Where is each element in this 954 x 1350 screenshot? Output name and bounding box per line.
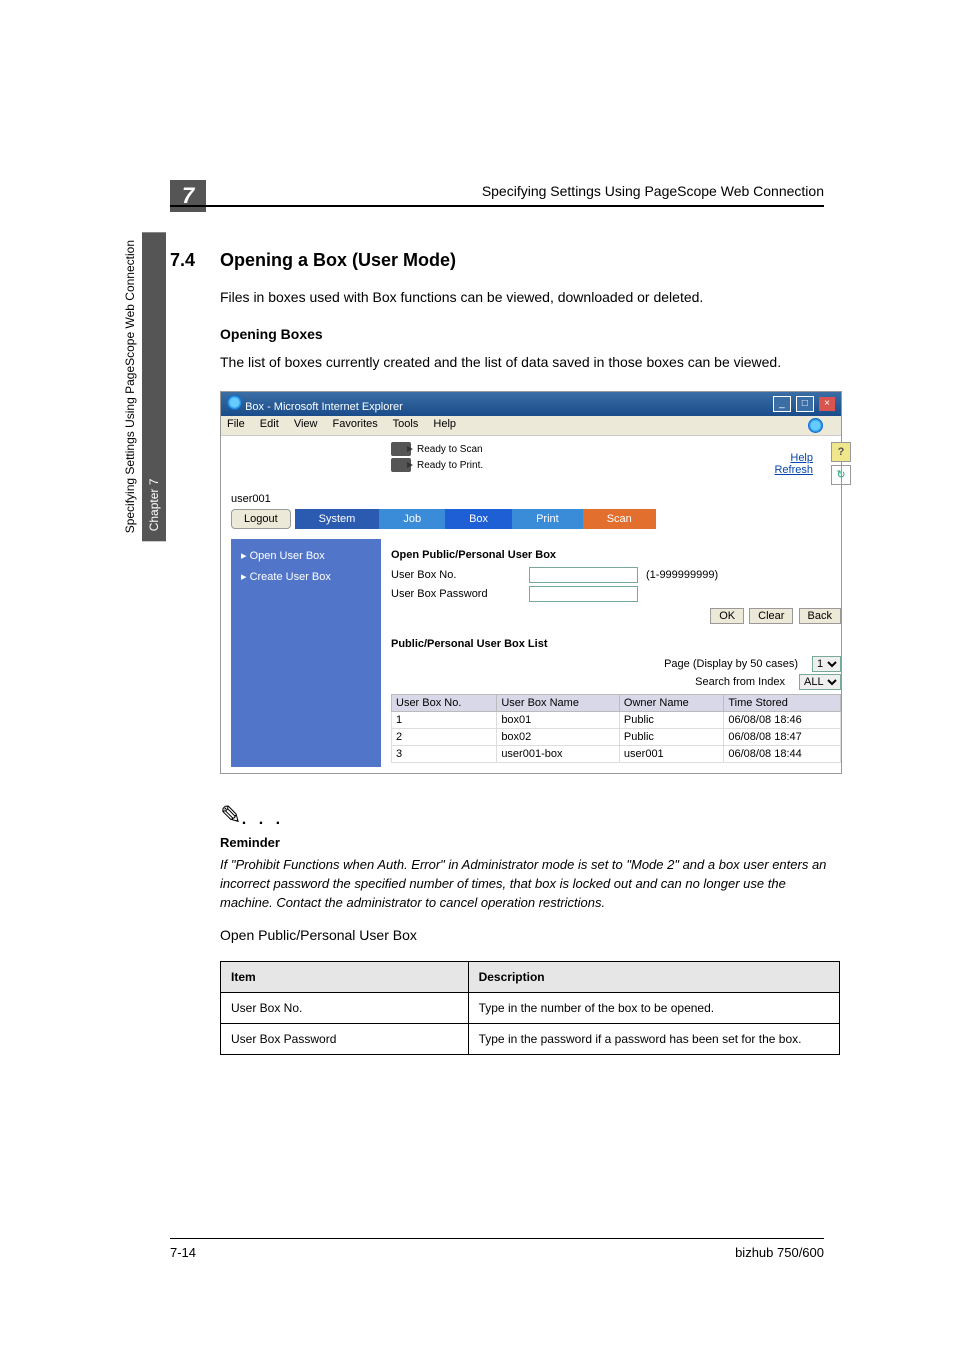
tab-system[interactable]: System [295, 509, 380, 529]
ok-button[interactable]: OK [710, 608, 744, 624]
table-row: 2 box02 Public 06/08/08 18:47 [392, 729, 841, 746]
menu-favorites[interactable]: Favorites [333, 418, 378, 430]
note-icon: ✎ [220, 800, 242, 830]
page-select[interactable]: 1 [812, 656, 841, 672]
col-box-name: User Box Name [497, 695, 620, 712]
menu-view[interactable]: View [294, 418, 318, 430]
side-tab: Specifying Settings Using PageScope Web … [118, 232, 146, 541]
note-text: If "Prohibit Functions when Auth. Error"… [220, 856, 840, 913]
sub-text: The list of boxes currently created and … [220, 352, 840, 373]
box-no-range: (1-999999999) [646, 569, 718, 581]
clear-button[interactable]: Clear [749, 608, 793, 624]
menu-help[interactable]: Help [433, 418, 456, 430]
col-item: Item [221, 961, 469, 992]
header-rule [170, 205, 824, 207]
close-button[interactable]: × [819, 397, 835, 411]
tab-box[interactable]: Box [445, 509, 512, 529]
menu-file[interactable]: File [227, 418, 245, 430]
box-no-label: User Box No. [391, 569, 521, 581]
ie-icon [227, 395, 242, 410]
section-number: 7.4 [170, 250, 195, 271]
sub-heading: Opening Boxes [220, 326, 840, 342]
window-title: Box - Microsoft Internet Explorer [245, 401, 403, 413]
sidebar-item-open-box[interactable]: Open User Box [231, 545, 381, 566]
page-label: Page (Display by 50 cases) [664, 658, 798, 670]
print-status: Ready to Print. [417, 460, 483, 471]
footer-product: bizhub 750/600 [735, 1245, 824, 1260]
side-chapter: Chapter 7 [142, 232, 166, 541]
help-link[interactable]: Help [790, 452, 813, 464]
header-title: Specifying Settings Using PageScope Web … [482, 183, 824, 199]
current-user: user001 [231, 493, 851, 505]
printer-status-icon [391, 458, 411, 472]
tab-print[interactable]: Print [512, 509, 583, 529]
scan-status: Ready to Scan [417, 444, 483, 455]
note-label: Reminder [220, 835, 840, 850]
menu-edit[interactable]: Edit [260, 418, 279, 430]
table-row: 1 box01 Public 06/08/08 18:46 [392, 712, 841, 729]
back-button[interactable]: Back [799, 608, 841, 624]
refresh-icon[interactable]: ↻ [831, 465, 851, 485]
box-password-input[interactable] [529, 586, 638, 602]
refresh-link[interactable]: Refresh [774, 464, 813, 476]
help-icon[interactable]: ? [831, 442, 851, 462]
list-title: Public/Personal User Box List [391, 638, 841, 650]
window-titlebar: Box - Microsoft Internet Explorer _ □ × [221, 392, 841, 416]
maximize-button[interactable]: □ [796, 396, 814, 412]
col-time: Time Stored [724, 695, 841, 712]
logout-button[interactable]: Logout [231, 509, 291, 529]
tab-scan[interactable]: Scan [583, 509, 656, 529]
menu-bar: File Edit View Favorites Tools Help [221, 416, 841, 436]
col-box-no: User Box No. [392, 695, 497, 712]
table-row: 3 user001-box user001 06/08/08 18:44 [392, 746, 841, 763]
search-label: Search from Index [695, 676, 785, 688]
menu-tools[interactable]: Tools [393, 418, 419, 430]
footer-page-number: 7-14 [170, 1245, 196, 1260]
sidebar-item-create-box[interactable]: Create User Box [231, 566, 381, 587]
scanner-status-icon [391, 442, 411, 456]
section-title: Opening a Box (User Mode) [220, 250, 840, 271]
box-no-input[interactable] [529, 567, 638, 583]
table-row: User Box Password Type in the password i… [221, 1023, 840, 1054]
ie-throbber-icon [808, 418, 823, 433]
table-caption: Open Public/Personal User Box [220, 927, 840, 943]
side-title: Specifying Settings Using PageScope Web … [118, 232, 142, 541]
browser-screenshot: Box - Microsoft Internet Explorer _ □ × … [220, 391, 842, 774]
table-row: User Box No. Type in the number of the b… [221, 992, 840, 1023]
description-table: Item Description User Box No. Type in th… [220, 961, 840, 1055]
tab-row: Logout System Job Box Print Scan [231, 509, 851, 529]
box-list-table: User Box No. User Box Name Owner Name Ti… [391, 694, 841, 763]
intro-text: Files in boxes used with Box functions c… [220, 287, 840, 308]
tab-job[interactable]: Job [379, 509, 445, 529]
search-select[interactable]: ALL [799, 674, 841, 690]
note-dots-icon: . . . [242, 811, 284, 828]
col-owner: Owner Name [619, 695, 723, 712]
header-chapter-number: 7 [170, 180, 206, 212]
sidebar: Open User Box Create User Box [231, 539, 381, 767]
minimize-button[interactable]: _ [773, 396, 791, 412]
open-section-title: Open Public/Personal User Box [391, 549, 841, 561]
box-password-label: User Box Password [391, 588, 521, 600]
col-description: Description [468, 961, 839, 992]
